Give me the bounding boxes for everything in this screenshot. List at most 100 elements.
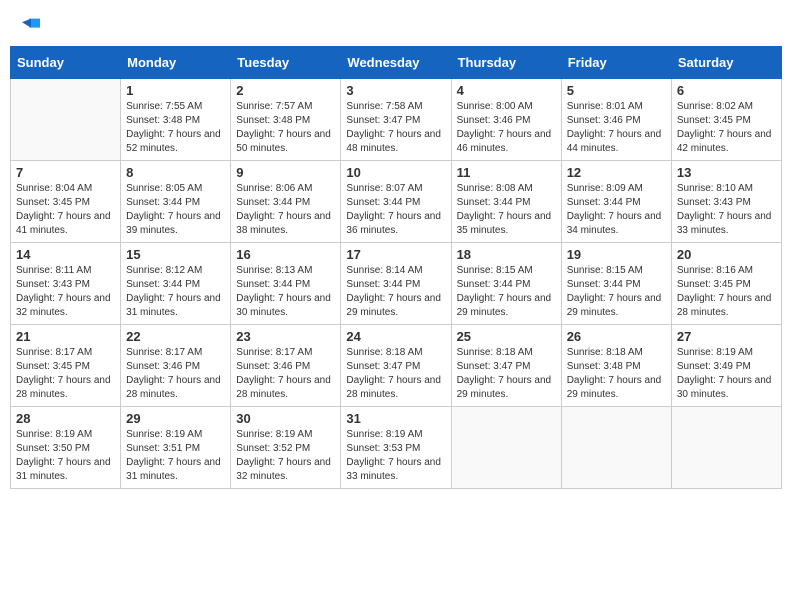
day-info: Sunrise: 8:19 AMSunset: 3:49 PMDaylight:…	[677, 346, 776, 402]
day-info: Sunrise: 8:12 AMSunset: 3:44 PMDaylight:…	[126, 264, 225, 320]
day-number: 4	[457, 83, 556, 98]
calendar-cell: 5 Sunrise: 8:01 AMSunset: 3:46 PMDaylight…	[561, 79, 671, 161]
day-number: 26	[567, 329, 666, 344]
calendar-cell: 11 Sunrise: 8:08 AMSunset: 3:44 PMDayligh…	[451, 161, 561, 243]
weekday-header-friday: Friday	[561, 47, 671, 79]
calendar-cell: 28Sunrise: 8:19 AMSunset: 3:50 PMDayligh…	[11, 407, 121, 489]
day-number: 18	[457, 247, 556, 262]
calendar-cell: 2Sunrise: 7:57 AMSunset: 3:48 PMDaylight…	[231, 79, 341, 161]
day-number: 6	[677, 83, 776, 98]
logo	[20, 15, 40, 33]
day-info: Sunrise: 7:58 AMSunset: 3:47 PMDaylight:…	[346, 100, 445, 156]
calendar-cell: 30Sunrise: 8:19 AMSunset: 3:52 PMDayligh…	[231, 407, 341, 489]
day-number: 10	[346, 165, 445, 180]
day-number: 9	[236, 165, 335, 180]
day-number: 13	[677, 165, 776, 180]
day-info: Sunrise: 8:11 AMSunset: 3:43 PMDaylight:…	[16, 264, 115, 320]
day-info: Sunrise: 8:15 AMSunset: 3:44 PMDaylight:…	[567, 264, 666, 320]
weekday-header-monday: Monday	[121, 47, 231, 79]
day-number: 31	[346, 411, 445, 426]
day-info: Sunrise: 8:19 AMSunset: 3:52 PMDaylight:…	[236, 428, 335, 484]
calendar-cell: 22 Sunrise: 8:17 AMSunset: 3:46 PMDayligh…	[121, 325, 231, 407]
calendar-cell: 21 Sunrise: 8:17 AMSunset: 3:45 PMDayligh…	[11, 325, 121, 407]
calendar-table: SundayMondayTuesdayWednesdayThursdayFrid…	[10, 46, 782, 489]
calendar-cell: 17Sunrise: 8:14 AMSunset: 3:44 PMDayligh…	[341, 243, 451, 325]
weekday-header-row: SundayMondayTuesdayWednesdayThursdayFrid…	[11, 47, 782, 79]
day-info: Sunrise: 8:08 AMSunset: 3:44 PMDaylight:…	[457, 182, 556, 238]
calendar-cell	[671, 407, 781, 489]
calendar-cell: 18 Sunrise: 8:15 AMSunset: 3:44 PMDayligh…	[451, 243, 561, 325]
day-info: Sunrise: 8:16 AMSunset: 3:45 PMDaylight:…	[677, 264, 776, 320]
calendar-cell: 10 Sunrise: 8:07 AMSunset: 3:44 PMDayligh…	[341, 161, 451, 243]
day-number: 2	[236, 83, 335, 98]
calendar-week-row: 1 Sunrise: 7:55 AMSunset: 3:48 PMDaylight…	[11, 79, 782, 161]
day-number: 29	[126, 411, 225, 426]
calendar-cell: 27Sunrise: 8:19 AMSunset: 3:49 PMDayligh…	[671, 325, 781, 407]
day-number: 15	[126, 247, 225, 262]
calendar-cell: 23 Sunrise: 8:17 AMSunset: 3:46 PMDayligh…	[231, 325, 341, 407]
day-info: Sunrise: 8:00 AMSunset: 3:46 PMDaylight:…	[457, 100, 556, 156]
calendar-week-row: 7 Sunrise: 8:04 AMSunset: 3:45 PMDaylight…	[11, 161, 782, 243]
day-info: Sunrise: 8:15 AMSunset: 3:44 PMDaylight:…	[457, 264, 556, 320]
day-info: Sunrise: 8:19 AMSunset: 3:53 PMDaylight:…	[346, 428, 445, 484]
day-number: 23	[236, 329, 335, 344]
calendar-cell: 7 Sunrise: 8:04 AMSunset: 3:45 PMDaylight…	[11, 161, 121, 243]
day-info: Sunrise: 8:17 AMSunset: 3:46 PMDaylight:…	[126, 346, 225, 402]
calendar-week-row: 14 Sunrise: 8:11 AMSunset: 3:43 PMDayligh…	[11, 243, 782, 325]
day-number: 5	[567, 83, 666, 98]
day-number: 3	[346, 83, 445, 98]
calendar-cell: 13 Sunrise: 8:10 AMSunset: 3:43 PMDayligh…	[671, 161, 781, 243]
calendar-cell: 25 Sunrise: 8:18 AMSunset: 3:47 PMDayligh…	[451, 325, 561, 407]
calendar-cell: 3 Sunrise: 7:58 AMSunset: 3:47 PMDaylight…	[341, 79, 451, 161]
day-info: Sunrise: 8:09 AMSunset: 3:44 PMDaylight:…	[567, 182, 666, 238]
calendar-cell	[561, 407, 671, 489]
day-info: Sunrise: 8:17 AMSunset: 3:45 PMDaylight:…	[16, 346, 115, 402]
calendar-cell: 14 Sunrise: 8:11 AMSunset: 3:43 PMDayligh…	[11, 243, 121, 325]
calendar-cell	[451, 407, 561, 489]
calendar-cell: 19 Sunrise: 8:15 AMSunset: 3:44 PMDayligh…	[561, 243, 671, 325]
day-number: 8	[126, 165, 225, 180]
logo-icon	[22, 15, 40, 33]
day-info: Sunrise: 8:19 AMSunset: 3:51 PMDaylight:…	[126, 428, 225, 484]
day-number: 7	[16, 165, 115, 180]
day-number: 24	[346, 329, 445, 344]
calendar-cell: 16 Sunrise: 8:13 AMSunset: 3:44 PMDayligh…	[231, 243, 341, 325]
day-info: Sunrise: 8:17 AMSunset: 3:46 PMDaylight:…	[236, 346, 335, 402]
calendar-cell: 26 Sunrise: 8:18 AMSunset: 3:48 PMDayligh…	[561, 325, 671, 407]
calendar-week-row: 28Sunrise: 8:19 AMSunset: 3:50 PMDayligh…	[11, 407, 782, 489]
day-number: 22	[126, 329, 225, 344]
day-number: 11	[457, 165, 556, 180]
weekday-header-sunday: Sunday	[11, 47, 121, 79]
day-info: Sunrise: 8:07 AMSunset: 3:44 PMDaylight:…	[346, 182, 445, 238]
day-number: 16	[236, 247, 335, 262]
calendar-cell: 1 Sunrise: 7:55 AMSunset: 3:48 PMDaylight…	[121, 79, 231, 161]
day-info: Sunrise: 8:10 AMSunset: 3:43 PMDaylight:…	[677, 182, 776, 238]
calendar-cell: 29 Sunrise: 8:19 AMSunset: 3:51 PMDayligh…	[121, 407, 231, 489]
weekday-header-thursday: Thursday	[451, 47, 561, 79]
day-number: 25	[457, 329, 556, 344]
day-number: 21	[16, 329, 115, 344]
calendar-cell: 8Sunrise: 8:05 AMSunset: 3:44 PMDaylight…	[121, 161, 231, 243]
calendar-cell: 6 Sunrise: 8:02 AMSunset: 3:45 PMDaylight…	[671, 79, 781, 161]
day-number: 17	[346, 247, 445, 262]
day-info: Sunrise: 8:02 AMSunset: 3:45 PMDaylight:…	[677, 100, 776, 156]
calendar-cell: 31 Sunrise: 8:19 AMSunset: 3:53 PMDayligh…	[341, 407, 451, 489]
calendar-cell: 4 Sunrise: 8:00 AMSunset: 3:46 PMDaylight…	[451, 79, 561, 161]
calendar-week-row: 21 Sunrise: 8:17 AMSunset: 3:45 PMDayligh…	[11, 325, 782, 407]
page-header	[10, 10, 782, 38]
day-info: Sunrise: 8:13 AMSunset: 3:44 PMDaylight:…	[236, 264, 335, 320]
day-number: 1	[126, 83, 225, 98]
day-info: Sunrise: 7:55 AMSunset: 3:48 PMDaylight:…	[126, 100, 225, 156]
day-info: Sunrise: 8:19 AMSunset: 3:50 PMDaylight:…	[16, 428, 115, 484]
day-number: 19	[567, 247, 666, 262]
day-info: Sunrise: 8:18 AMSunset: 3:47 PMDaylight:…	[457, 346, 556, 402]
day-number: 20	[677, 247, 776, 262]
day-info: Sunrise: 8:04 AMSunset: 3:45 PMDaylight:…	[16, 182, 115, 238]
day-info: Sunrise: 8:06 AMSunset: 3:44 PMDaylight:…	[236, 182, 335, 238]
calendar-cell: 20 Sunrise: 8:16 AMSunset: 3:45 PMDayligh…	[671, 243, 781, 325]
day-info: Sunrise: 8:18 AMSunset: 3:48 PMDaylight:…	[567, 346, 666, 402]
day-info: Sunrise: 8:18 AMSunset: 3:47 PMDaylight:…	[346, 346, 445, 402]
calendar-cell: 9 Sunrise: 8:06 AMSunset: 3:44 PMDaylight…	[231, 161, 341, 243]
day-number: 14	[16, 247, 115, 262]
day-info: Sunrise: 8:01 AMSunset: 3:46 PMDaylight:…	[567, 100, 666, 156]
